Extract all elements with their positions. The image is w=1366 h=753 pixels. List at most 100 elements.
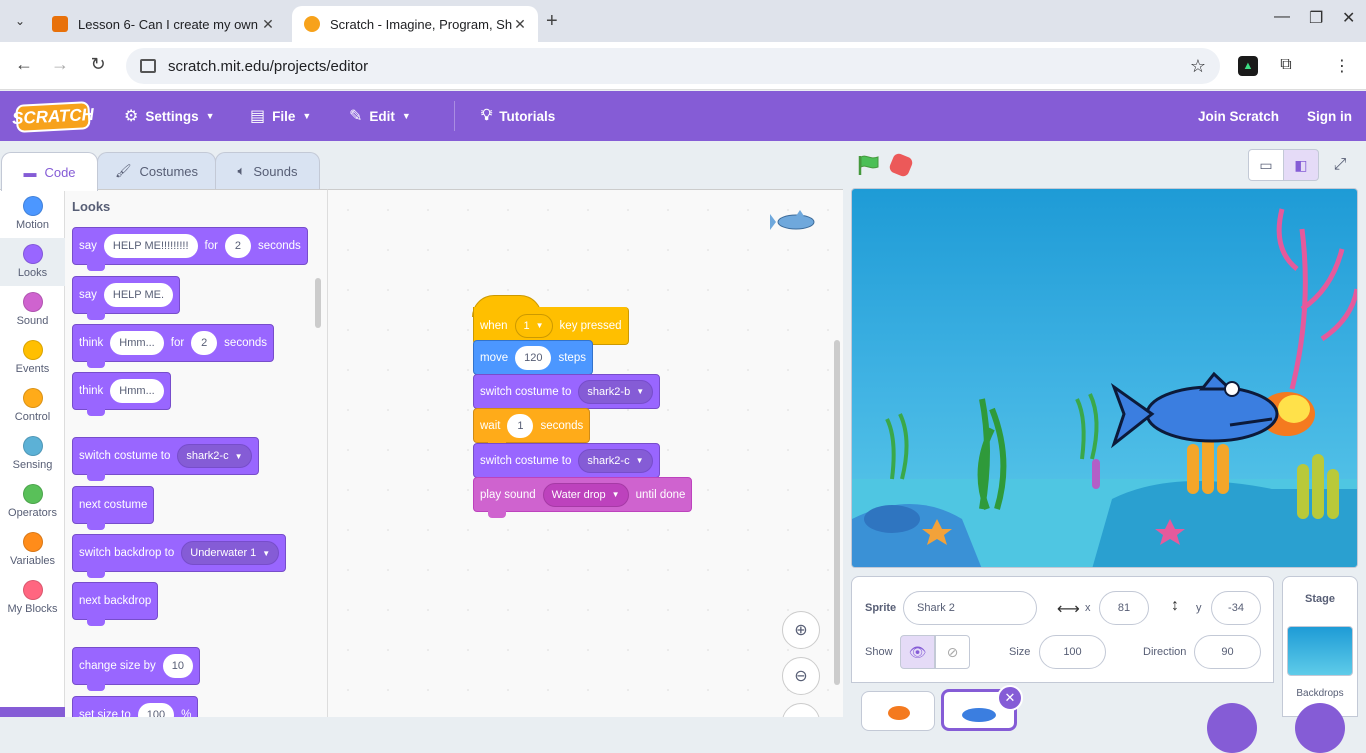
extensions-puzzle-icon[interactable]: ⧉ [1276, 56, 1296, 76]
category-motion[interactable]: Motion [0, 190, 65, 238]
browser-tab-scratch[interactable]: Scratch - Imagine, Program, Sha ✕ [292, 6, 538, 42]
stage-canvas[interactable] [851, 188, 1358, 568]
show-visible-eye-icon[interactable]: 👁︎ [900, 635, 935, 669]
switch-costume-block[interactable]: switch costume to shark2-c ▼ [473, 443, 660, 484]
green-flag-icon[interactable] [857, 154, 881, 176]
think-block[interactable]: think Hmm... [72, 372, 171, 416]
switch-backdrop-block[interactable]: switch backdrop to Underwater 1 ▼ [72, 534, 287, 578]
stage-target-panel[interactable]: Stage Backdrops [1282, 576, 1358, 753]
costume-dropdown[interactable]: shark2-b ▼ [578, 379, 654, 404]
think-for-block[interactable]: think Hmm... for 2 seconds [72, 324, 275, 368]
say-message-input[interactable]: HELP ME. [103, 283, 174, 307]
category-looks[interactable]: Looks [0, 238, 65, 286]
sprite-label: Sprite [865, 602, 897, 614]
key-dropdown[interactable]: 1 ▼ [514, 313, 553, 338]
category-events[interactable]: Events [0, 334, 65, 382]
control-dot-icon [22, 388, 43, 408]
category-sensing[interactable]: Sensing [0, 430, 65, 478]
size-input[interactable]: 100 [1039, 635, 1106, 669]
script-area[interactable]: when 1 ▼ key pressed move 120 steps switc… [328, 189, 843, 717]
say-for-block[interactable]: say HELP ME!!!!!!!!! for 2 seconds [72, 227, 308, 271]
move-steps-block[interactable]: move 120 steps [473, 340, 593, 381]
bookmark-star-icon[interactable]: ☆ [1190, 56, 1206, 77]
minimize-icon[interactable]: — [1274, 8, 1290, 26]
costume-dropdown[interactable]: shark2-c ▼ [578, 448, 653, 473]
category-control[interactable]: Control [0, 382, 65, 430]
script-scrollbar[interactable] [834, 340, 840, 685]
small-stage-button[interactable]: ▭ [1248, 149, 1284, 181]
tutorials-menu[interactable]: 💡︎ Tutorials [481, 91, 555, 141]
x-position-input[interactable]: 81 [1099, 591, 1149, 625]
category-sound[interactable]: Sound [0, 286, 65, 334]
file-menu[interactable]: ▤ File ▼ [250, 91, 311, 141]
delete-sprite-icon[interactable]: ✕ [997, 685, 1023, 711]
reload-icon[interactable]: ↻ [86, 54, 110, 75]
category-variables[interactable]: Variables [0, 526, 65, 574]
category-my-blocks[interactable]: My Blocks [0, 574, 65, 622]
change-size-input[interactable]: 10 [162, 654, 193, 678]
zoom-out-button[interactable]: ⊖ [782, 657, 820, 695]
extensions-strip[interactable] [0, 707, 65, 717]
tab-close-icon[interactable]: ✕ [512, 16, 528, 33]
edit-menu[interactable]: ✎ Edit ▼ [349, 91, 411, 141]
browser-menu-icon[interactable]: ⋮ [1332, 56, 1352, 76]
fullscreen-button[interactable]: ⤢ [1322, 149, 1358, 181]
stop-icon[interactable] [887, 151, 915, 179]
say-message-input[interactable]: HELP ME!!!!!!!!! [103, 234, 198, 258]
restore-icon[interactable]: ❐ [1309, 8, 1323, 28]
y-position-input[interactable]: -34 [1211, 591, 1261, 625]
think-message-input[interactable]: Hmm... [110, 379, 164, 403]
url-field[interactable]: scratch.mit.edu/projects/editor ☆ [126, 48, 1220, 84]
switch-costume-block[interactable]: switch costume to shark2-c ▼ [72, 437, 259, 481]
extension-icon[interactable]: ▲ [1238, 56, 1258, 76]
new-tab-icon[interactable]: + [546, 10, 558, 33]
sprite-tile-fish[interactable] [861, 691, 935, 731]
looks-dot-icon [22, 244, 43, 264]
scratch-logo[interactable]: SCRATCH [12, 101, 94, 133]
sign-in-link[interactable]: Sign in [1307, 91, 1352, 141]
next-costume-block[interactable]: next costume [72, 486, 155, 530]
back-icon[interactable]: ← [12, 54, 36, 75]
set-size-block[interactable]: set size to 100 % [72, 696, 199, 717]
tab-costumes[interactable]: 🖌︎ Costumes [97, 152, 216, 189]
wait-seconds-block[interactable]: wait 1 seconds [473, 408, 591, 449]
forward-icon[interactable]: → [48, 54, 72, 75]
join-scratch-link[interactable]: Join Scratch [1198, 91, 1279, 141]
dropdown-value: shark2-c [587, 454, 630, 467]
block-text: seconds [540, 419, 584, 432]
palette-scrollbar[interactable] [315, 278, 321, 328]
tab-search-chevron-icon[interactable]: ⌄ [8, 10, 32, 32]
costume-dropdown[interactable]: shark2-c ▼ [177, 444, 252, 468]
say-seconds-input[interactable]: 2 [224, 234, 251, 258]
category-operators[interactable]: Operators [0, 478, 65, 526]
move-steps-input[interactable]: 120 [515, 345, 552, 370]
set-size-input[interactable]: 100 [137, 703, 175, 717]
window-close-icon[interactable]: ✕ [1342, 8, 1355, 28]
zoom-reset-button[interactable]: = [782, 703, 820, 717]
site-info-icon[interactable] [140, 59, 156, 73]
think-seconds-input[interactable]: 2 [191, 331, 218, 355]
sound-dropdown[interactable]: Water drop ▼ [542, 482, 629, 507]
category-label: Control [14, 411, 51, 423]
add-sprite-button[interactable] [1207, 703, 1257, 753]
tab-close-icon[interactable]: ✕ [260, 16, 276, 33]
play-sound-until-done-block[interactable]: play sound Water drop ▼ until done [473, 477, 693, 518]
backdrop-dropdown[interactable]: Underwater 1 ▼ [181, 541, 280, 565]
next-backdrop-block[interactable]: next backdrop [72, 582, 159, 626]
think-message-input[interactable]: Hmm... [110, 331, 164, 355]
block-text: think [79, 337, 104, 349]
show-hidden-eye-icon[interactable]: ⊘ [935, 635, 970, 669]
direction-input[interactable]: 90 [1194, 635, 1261, 669]
settings-menu[interactable]: ⚙ Settings ▼ [124, 91, 215, 141]
change-size-block[interactable]: change size by 10 [72, 647, 200, 691]
switch-costume-block[interactable]: switch costume to shark2-b ▼ [473, 374, 661, 415]
tab-code[interactable]: ▬ Code [1, 152, 98, 191]
wait-seconds-input[interactable]: 1 [507, 413, 534, 438]
sprite-name-input[interactable]: Shark 2 [903, 591, 1037, 625]
add-backdrop-button[interactable] [1295, 703, 1345, 753]
tab-sounds[interactable]: 🔈︎ Sounds [215, 152, 320, 189]
large-stage-button[interactable]: ◧ [1283, 149, 1319, 181]
browser-tab-lesson[interactable]: Lesson 6- Can I create my own ✕ [40, 6, 286, 42]
say-block[interactable]: say HELP ME. [72, 276, 181, 320]
zoom-in-button[interactable]: ⊕ [782, 611, 820, 649]
